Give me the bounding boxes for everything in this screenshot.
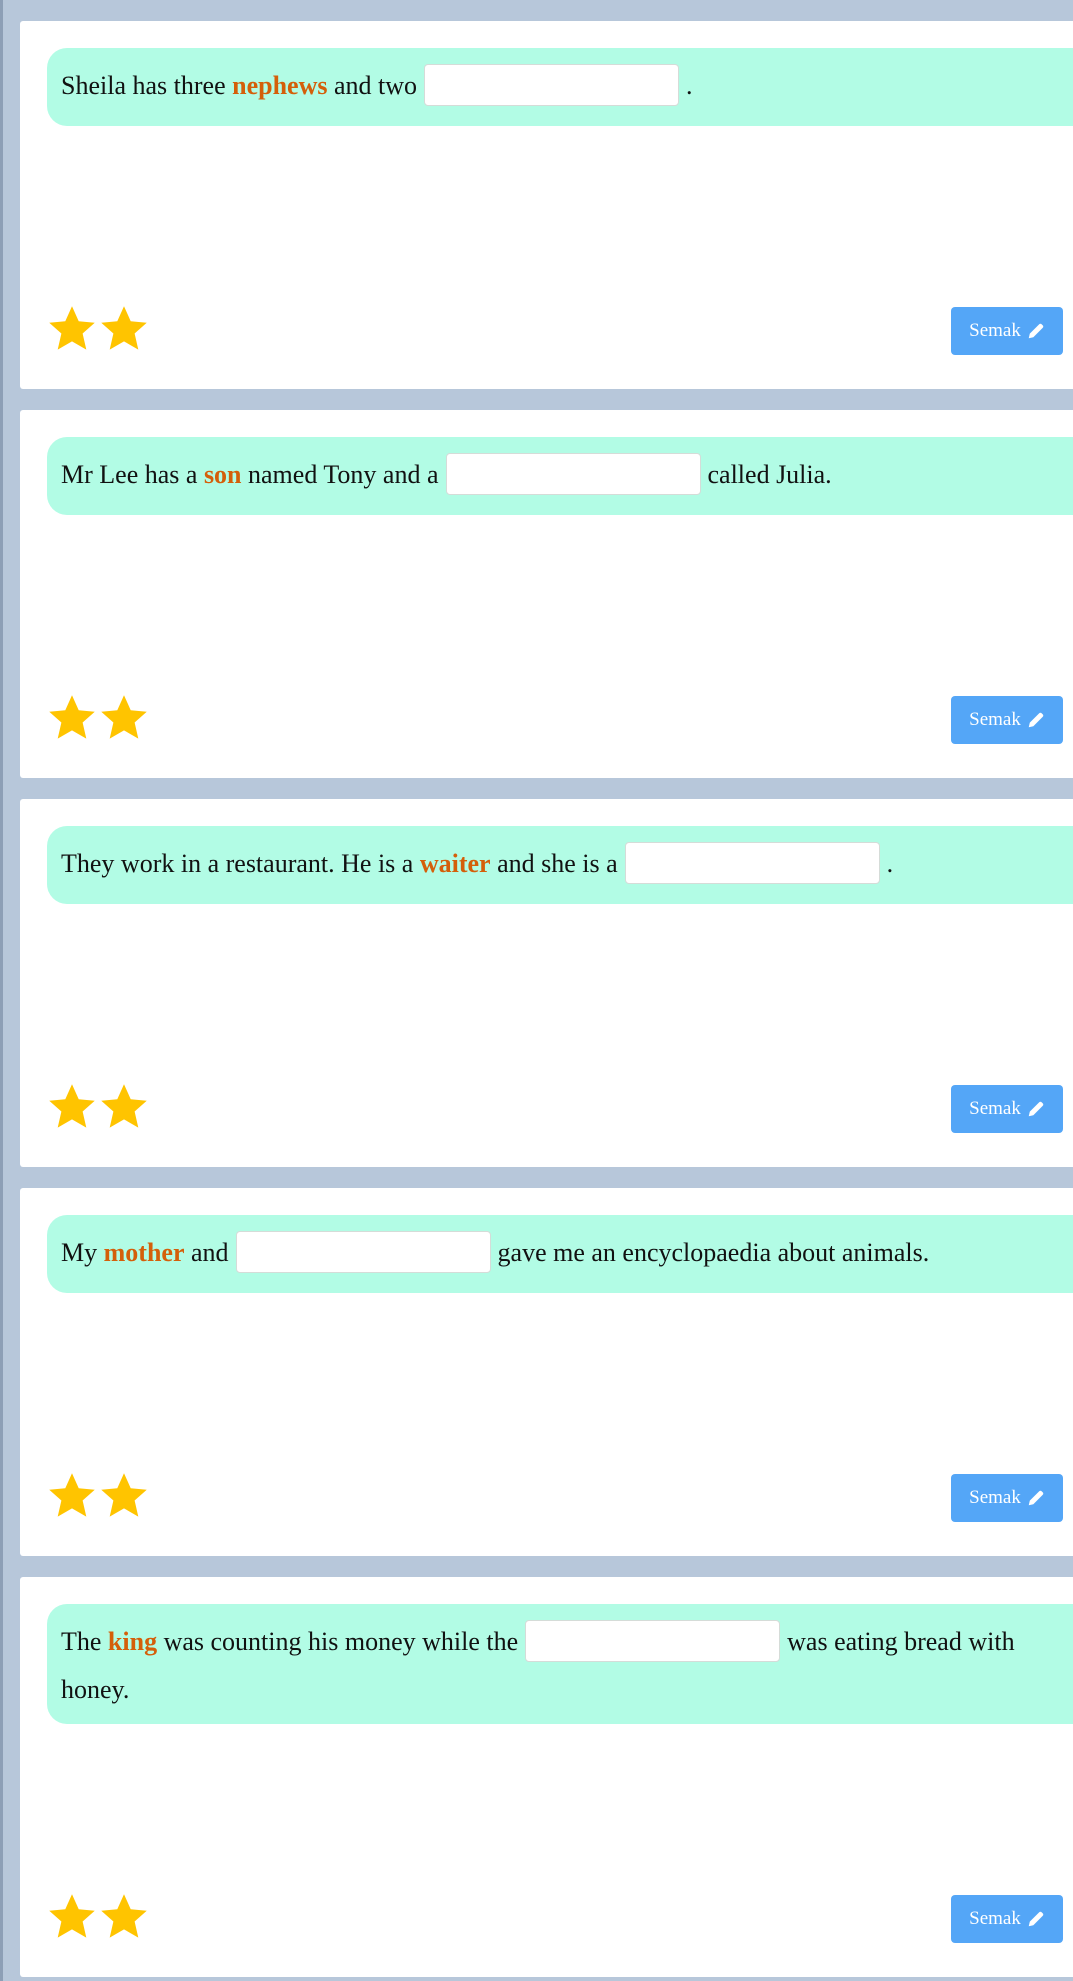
star-icon [98, 1891, 150, 1947]
page-left-edge [0, 0, 3, 1981]
sentence-part: and she is a [490, 849, 618, 878]
highlighted-word: son [203, 460, 242, 489]
star-rating [46, 303, 150, 359]
check-button[interactable]: Semak [951, 1895, 1063, 1943]
star-icon [98, 692, 150, 748]
check-button-label: Semak [969, 709, 1021, 730]
question-prompt: My mother and gave me an encyclopaedia ab… [47, 1215, 1073, 1293]
sentence-part: and [184, 1238, 229, 1267]
sentence-part: Sheila has three [61, 71, 233, 100]
pencil-icon [1027, 1489, 1045, 1507]
question-card-2: Mr Lee has a son named Tony and a called … [20, 410, 1073, 778]
sentence-part: gave me an encyclopaedia about animals. [497, 1238, 930, 1267]
check-button[interactable]: Semak [951, 1474, 1063, 1522]
question-prompt: They work in a restaurant. He is a waite… [47, 826, 1073, 904]
check-button-label: Semak [969, 1487, 1021, 1508]
answer-input[interactable] [235, 1231, 491, 1274]
sentence-part: They work in a restaurant. He is a [61, 849, 420, 878]
question-prompt: Mr Lee has a son named Tony and a called … [47, 437, 1073, 515]
pencil-icon [1027, 1100, 1045, 1118]
sentence-part: Mr Lee has a [61, 460, 204, 489]
star-rating [46, 1470, 150, 1526]
answer-input[interactable] [445, 453, 701, 496]
star-icon [46, 1470, 98, 1526]
sentence-part: . [886, 849, 894, 878]
check-button-label: Semak [969, 1098, 1021, 1119]
question-card-5: The king was counting his money while th… [20, 1577, 1073, 1977]
question-card-3: They work in a restaurant. He is a waite… [20, 799, 1073, 1167]
answer-input[interactable] [624, 842, 880, 885]
pencil-icon [1027, 711, 1045, 729]
star-icon [98, 1081, 150, 1137]
star-icon [98, 303, 150, 359]
answer-input[interactable] [424, 64, 680, 107]
check-button-label: Semak [969, 320, 1021, 341]
highlighted-word: mother [103, 1238, 185, 1267]
sentence-part: called Julia. [707, 460, 832, 489]
check-button[interactable]: Semak [951, 307, 1063, 355]
sentence-part: . [686, 71, 693, 100]
star-icon [46, 692, 98, 748]
pencil-icon [1027, 1910, 1045, 1928]
star-rating [46, 1081, 150, 1137]
highlighted-word: waiter [419, 849, 491, 878]
check-button[interactable]: Semak [951, 696, 1063, 744]
check-button-label: Semak [969, 1908, 1021, 1929]
sentence-part: The [61, 1627, 108, 1656]
star-icon [98, 1470, 150, 1526]
star-icon [46, 1081, 98, 1137]
question-prompt: Sheila has three nephews and two. [47, 48, 1073, 126]
highlighted-word: king [107, 1627, 158, 1656]
question-card-4: My mother and gave me an encyclopaedia ab… [20, 1188, 1073, 1556]
sentence-part: was counting his money while the [157, 1627, 519, 1656]
question-card-1: Sheila has three nephews and two. Semak [20, 21, 1073, 389]
sentence-part: and two [327, 71, 418, 100]
pencil-icon [1027, 322, 1045, 340]
star-rating [46, 1891, 150, 1947]
check-button[interactable]: Semak [951, 1085, 1063, 1133]
star-icon [46, 303, 98, 359]
star-rating [46, 692, 150, 748]
question-prompt: The king was counting his money while th… [47, 1604, 1073, 1724]
sentence-part: My [61, 1238, 104, 1267]
star-icon [46, 1891, 98, 1947]
answer-input[interactable] [525, 1620, 781, 1663]
highlighted-word: nephews [232, 71, 328, 100]
sentence-part: named Tony and a [241, 460, 439, 489]
